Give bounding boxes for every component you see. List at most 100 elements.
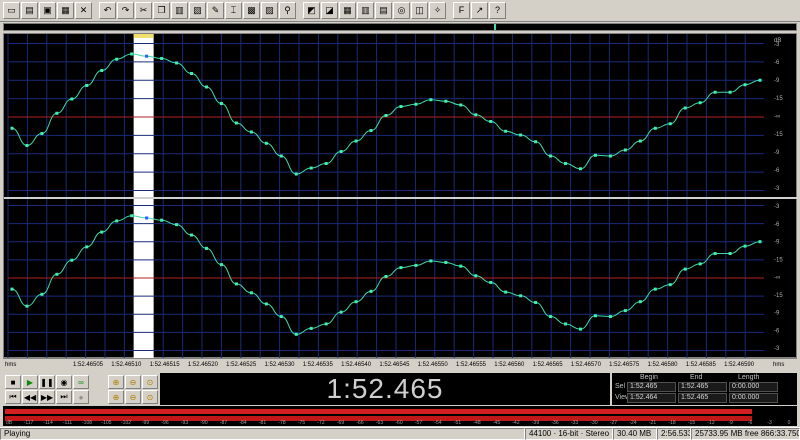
new-file-button[interactable]: ▭ — [3, 2, 20, 19]
grid-button[interactable]: ▦ — [339, 2, 356, 19]
zoom-out-button[interactable]: ⊖ — [125, 375, 141, 389]
open-file-button[interactable]: ▤ — [21, 2, 38, 19]
view-begin-field[interactable]: 1:52.464 — [627, 393, 676, 403]
zoom-selection-button[interactable]: ⊙ — [142, 390, 158, 404]
fast-forward-button[interactable]: ▶▶ — [39, 390, 55, 404]
sample-point — [85, 245, 89, 249]
sample-point — [489, 120, 493, 124]
frequency-button[interactable]: ◪ — [321, 2, 338, 19]
waveform-display[interactable]: -3 -6 -9 -15 -∞ -15 -9 -6 -3 -3 -6 -9 -15 -∞ -15 -9 -6 -3… — [3, 33, 798, 359]
go-to-start-button[interactable]: ⏮ — [5, 390, 21, 404]
play-to-end-icon: ◉ — [60, 377, 68, 387]
effect-button[interactable]: ▩ — [243, 2, 260, 19]
zoom-in-vertical-icon: ⊕ — [112, 392, 120, 402]
sample-point — [519, 133, 523, 137]
overview-position-marker[interactable] — [494, 24, 496, 30]
meter-scale-label: -3 — [767, 420, 772, 426]
sel-length-field[interactable]: 0:00.000 — [729, 382, 778, 392]
save-file-button[interactable]: ▣ — [39, 2, 56, 19]
play-to-end-button[interactable]: ◉ — [56, 375, 72, 389]
sample-point — [653, 126, 657, 130]
effect-icon: ▩ — [247, 5, 256, 15]
paste-mix-icon: ▧ — [193, 5, 202, 15]
record-button[interactable]: ● — [73, 390, 89, 404]
play-button[interactable]: ▶ — [22, 375, 38, 389]
close-button[interactable]: ✕ — [75, 2, 92, 19]
ruler-tick-label: 1:52.46515 — [149, 362, 180, 368]
sample-point — [444, 99, 448, 103]
db-scale-label: -∞ — [774, 114, 780, 120]
properties-button[interactable]: ▦ — [57, 2, 74, 19]
columns-button[interactable]: ▤ — [375, 2, 392, 19]
stop-button[interactable]: ■ — [5, 375, 21, 389]
zoom-out-vertical-button[interactable]: ⊖ — [125, 390, 141, 404]
sample-point — [564, 162, 568, 166]
meter-scale-label: -78 — [278, 420, 286, 426]
waveform-canvas[interactable]: -3-6-9-15-∞-15-9-6-3-3-6-9-15-∞-15-9-6-3… — [4, 34, 798, 359]
trim-button[interactable]: ⌶ — [225, 2, 242, 19]
rewind-icon: ◀◀ — [23, 392, 37, 402]
sample-point — [219, 263, 223, 267]
view-end-field[interactable]: 1:52.465 — [678, 393, 727, 403]
font-button[interactable]: F — [453, 2, 470, 19]
meter-scale-label: -108 — [81, 420, 93, 426]
go-to-start-icon: ⏮ — [9, 392, 17, 401]
cut-button[interactable]: ✂ — [135, 2, 152, 19]
sel-begin-field[interactable]: 1:52.465 — [627, 382, 676, 392]
sample-point — [758, 240, 762, 244]
pencil-button[interactable]: ✎ — [207, 2, 224, 19]
zoom-in-button[interactable]: ⊕ — [108, 375, 124, 389]
sample-point — [728, 90, 732, 94]
sample-point — [564, 322, 568, 326]
zoom-full-button[interactable]: ⊙ — [142, 375, 158, 389]
fast-forward-icon: ▶▶ — [40, 392, 54, 402]
paste-button[interactable]: ▥ — [171, 2, 188, 19]
undo-button[interactable]: ↶ — [99, 2, 116, 19]
trim-icon: ⌶ — [230, 5, 237, 15]
db-scale-label: -9 — [774, 78, 780, 84]
tools-button[interactable]: ↗ — [471, 2, 488, 19]
go-to-end-button[interactable]: ⏭ — [56, 390, 72, 404]
sample-point — [653, 287, 657, 291]
sample-point — [519, 294, 523, 298]
sample-point — [638, 300, 642, 304]
sample-point — [743, 244, 747, 248]
sample-point — [549, 154, 553, 158]
sample-point — [130, 52, 134, 56]
sample-point — [100, 68, 104, 72]
spectrum-button[interactable]: ◩ — [303, 2, 320, 19]
loop-button[interactable]: ◎ — [393, 2, 410, 19]
sample-point — [683, 106, 687, 110]
ruler-tick-label: 1:52.46555 — [455, 362, 487, 368]
zoom-in-vertical-button[interactable]: ⊕ — [108, 390, 124, 404]
sample-point — [294, 332, 298, 336]
copy-button[interactable]: ❐ — [153, 2, 170, 19]
script-button[interactable]: ◫ — [411, 2, 428, 19]
overview-strip[interactable] — [3, 23, 797, 31]
time-ruler[interactable]: hms 1:52.46505 1:52.46510 1:52.46515 1:52.46… — [3, 358, 797, 372]
ruler-tick-label: 1:52.46560 — [494, 362, 525, 368]
rewind-button[interactable]: ◀◀ — [22, 390, 38, 404]
bars-button[interactable]: ▥ — [357, 2, 374, 19]
marker-button[interactable]: ▨ — [261, 2, 278, 19]
sel-end-field[interactable]: 1:52.465 — [678, 382, 727, 392]
sample-point — [623, 309, 627, 313]
sample-point — [115, 219, 119, 223]
sample-point — [354, 139, 358, 143]
sample-point — [578, 327, 582, 331]
pause-button[interactable]: ❚❚ — [39, 375, 55, 389]
meter-scale-label: -9 — [728, 420, 733, 426]
meter-scale-label: -48 — [473, 420, 481, 426]
sample-point — [608, 154, 612, 158]
wand-button[interactable]: ✧ — [429, 2, 446, 19]
view-length-field[interactable]: 0:00.000 — [729, 393, 778, 403]
sample-point — [264, 141, 268, 145]
sample-point — [593, 314, 597, 318]
redo-button[interactable]: ↷ — [117, 2, 134, 19]
script-icon: ◫ — [415, 5, 424, 15]
loop-button[interactable]: ∞ — [73, 375, 89, 389]
paste-mix-button[interactable]: ▧ — [189, 2, 206, 19]
help-button[interactable]: ? — [489, 2, 506, 19]
scrub-button[interactable]: ⚲ — [279, 2, 296, 19]
db-scale-label: -9 — [774, 311, 780, 317]
